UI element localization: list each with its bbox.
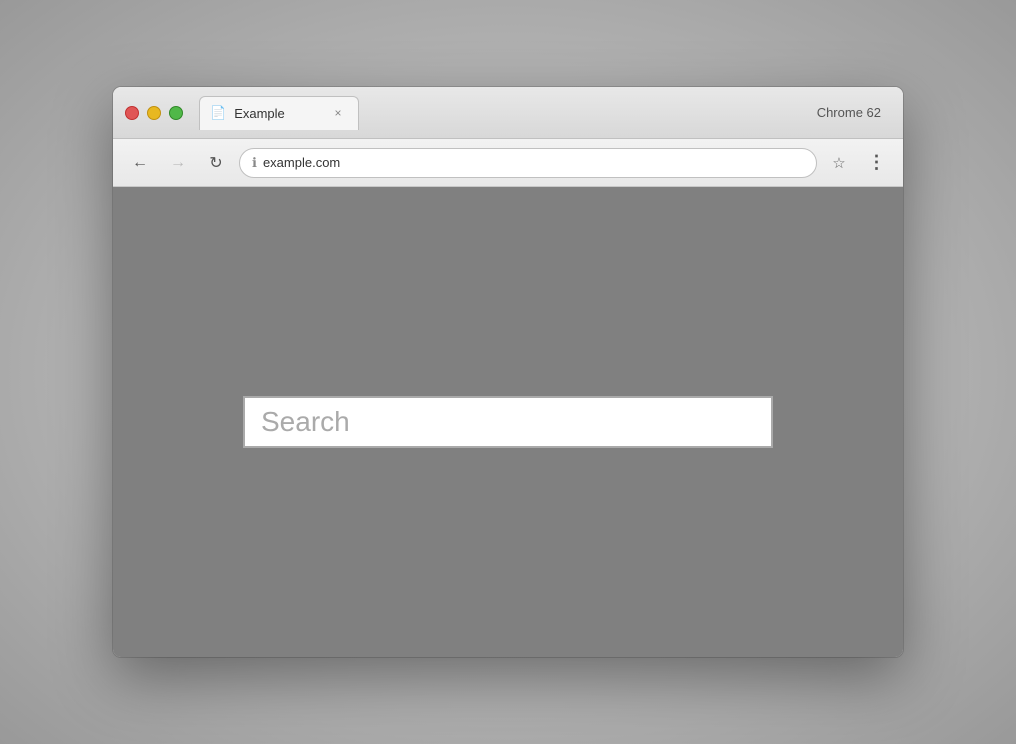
page-content (113, 187, 903, 657)
forward-button[interactable]: → (163, 148, 193, 178)
chrome-version-label: Chrome 62 (817, 105, 891, 120)
window-controls (125, 106, 183, 120)
tab-page-icon: 📄 (210, 105, 226, 121)
tab-area: 📄 Example × (183, 96, 817, 130)
back-button[interactable]: ← (125, 148, 155, 178)
title-bar: 📄 Example × Chrome 62 (113, 87, 903, 139)
reload-button[interactable]: ↻ (201, 148, 231, 178)
tab-title: Example (234, 106, 322, 121)
tab-close-button[interactable]: × (330, 105, 346, 121)
close-button[interactable] (125, 106, 139, 120)
toolbar: ← → ↻ ℹ example.com ☆ ⋮ (113, 139, 903, 187)
bookmark-button[interactable]: ☆ (825, 149, 853, 177)
browser-tab[interactable]: 📄 Example × (199, 96, 359, 130)
search-input[interactable] (243, 396, 773, 448)
url-text: example.com (263, 155, 804, 170)
minimize-button[interactable] (147, 106, 161, 120)
maximize-button[interactable] (169, 106, 183, 120)
menu-button[interactable]: ⋮ (861, 148, 891, 178)
info-icon: ℹ (252, 155, 257, 171)
browser-window: 📄 Example × Chrome 62 ← → ↻ ℹ example.co… (113, 87, 903, 657)
address-bar[interactable]: ℹ example.com (239, 148, 817, 178)
